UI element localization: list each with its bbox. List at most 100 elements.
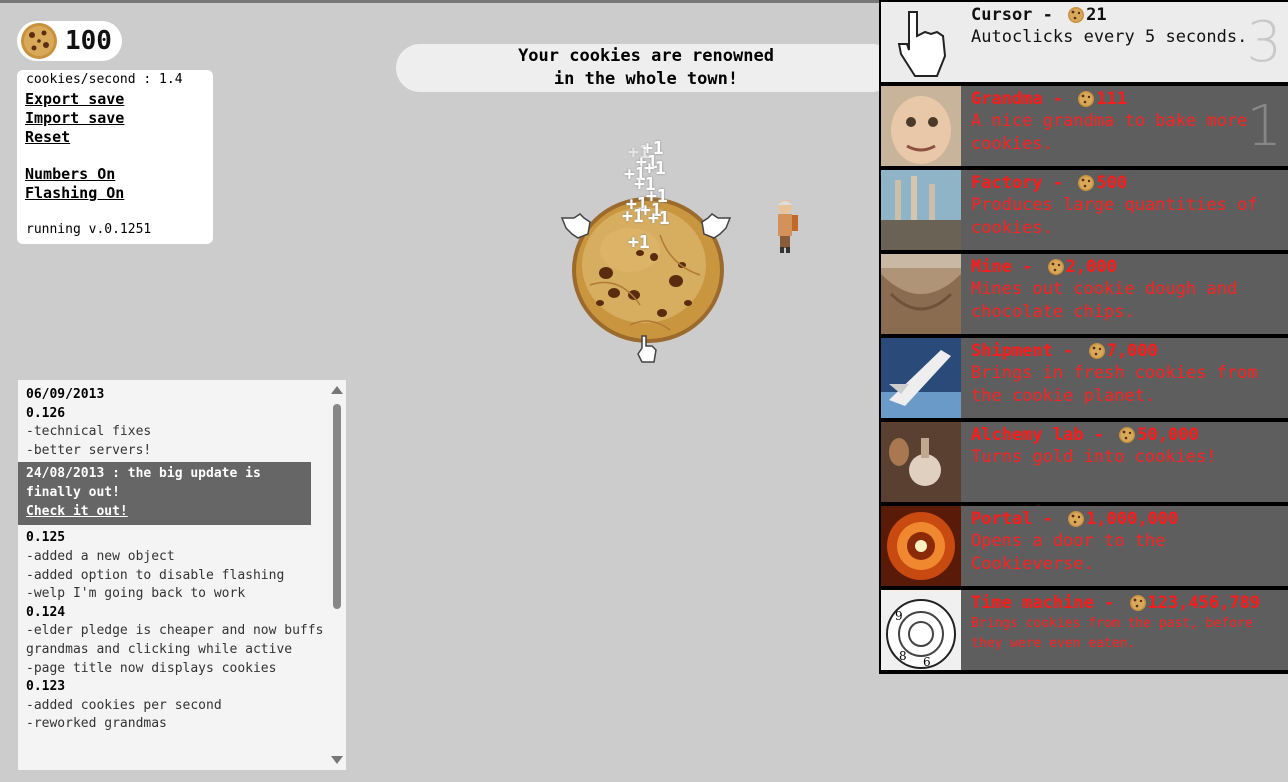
- cookie-icon: [1129, 595, 1146, 611]
- store-item-text: Shipment - 7,000 Brings in fresh cookies …: [971, 340, 1288, 408]
- cookie-icon: [1068, 511, 1085, 527]
- store-item-name: Cursor: [971, 5, 1033, 25]
- version-label: running v.0.1251: [26, 222, 152, 237]
- store-item-price: 50,000: [1137, 425, 1199, 445]
- store-item-desc: A nice grandma to bake more cookies.: [971, 111, 1248, 154]
- flashing-toggle-link[interactable]: Flashing On: [25, 184, 124, 202]
- cookie-icon: [21, 23, 57, 59]
- store-item-separator: -: [1042, 89, 1074, 109]
- cookie-icon: [1047, 259, 1064, 275]
- store-item-text: Alchemy lab - 50,000 Turns gold into cook…: [971, 424, 1288, 469]
- svg-text:6: 6: [923, 655, 931, 669]
- news-banner: Your cookies are renowned in the whole t…: [396, 44, 896, 92]
- store-item-title: Factory - 500: [971, 172, 1288, 194]
- store-item-owned: 1: [1246, 94, 1282, 159]
- cursor-hand-icon: [881, 2, 961, 82]
- cookie-icon: [1088, 343, 1105, 359]
- cookies-per-second: cookies/second : 1.4: [26, 72, 183, 87]
- store-item-separator: -: [1093, 593, 1125, 613]
- store-item-shipment[interactable]: Shipment - 7,000 Brings in fresh cookies …: [881, 338, 1288, 418]
- factory-photo: [881, 170, 961, 250]
- store-item-price: 21: [1086, 5, 1107, 25]
- alchemy-photo: [881, 422, 961, 502]
- store-item-desc: Brings in fresh cookies from the cookie …: [971, 363, 1258, 406]
- store-item-price: 111: [1096, 89, 1128, 109]
- store-item-text: Cursor - 21 Autoclicks every 5 seconds.: [971, 4, 1288, 49]
- store-item-separator: -: [1032, 5, 1064, 25]
- store-panel: Cursor - 21 Autoclicks every 5 seconds. 3 G…: [879, 0, 1288, 674]
- store-item-factory[interactable]: Factory - 500 Produces large quantities o…: [881, 170, 1288, 250]
- numbers-toggle-link[interactable]: Numbers On: [25, 165, 115, 183]
- store-item-title: Mine - 2,000: [971, 256, 1288, 278]
- svg-text:8: 8: [899, 649, 907, 663]
- store-item-name: Shipment: [971, 341, 1053, 361]
- scroll-thumb[interactable]: [333, 404, 341, 609]
- store-item-separator: -: [1042, 173, 1074, 193]
- store-item-name: Factory: [971, 173, 1043, 193]
- changelog-scrollbar[interactable]: [330, 384, 344, 768]
- stats-panel: cookies/second : 1.4 Export save Import …: [17, 70, 213, 244]
- store-item-text: Grandma - 111 A nice grandma to bake more…: [971, 88, 1288, 156]
- scroll-up-arrow-icon[interactable]: [331, 386, 343, 394]
- cookie-count: 100: [65, 26, 112, 56]
- store-item-price: 1,000,000: [1086, 509, 1179, 529]
- svg-text:9: 9: [895, 609, 903, 623]
- store-item-mine[interactable]: Mine - 2,000 Mines out cookie dough and c…: [881, 254, 1288, 334]
- store-item-desc: Turns gold into cookies!: [971, 447, 1217, 467]
- store-item-desc: Produces large quantities of cookies.: [971, 195, 1258, 238]
- mine-photo: [881, 254, 961, 334]
- store-item-name: Grandma: [971, 89, 1043, 109]
- store-item-title: Time machine - 123,456,789: [971, 592, 1288, 614]
- changelog-entry: -page title now displays cookies: [26, 660, 277, 676]
- store-item-separator: -: [1032, 509, 1064, 529]
- portal-photo: [881, 506, 961, 586]
- scroll-down-arrow-icon[interactable]: [331, 756, 343, 764]
- store-item-title: Alchemy lab - 50,000: [971, 424, 1288, 446]
- store-item-price: 7,000: [1106, 341, 1158, 361]
- store-item-portal[interactable]: Portal - 1,000,000 Opens a door to the Co…: [881, 506, 1288, 586]
- store-item-desc: Mines out cookie dough and chocolate chi…: [971, 279, 1238, 322]
- update-notice-text: 24/08/2013 : the big update is finally o…: [26, 466, 261, 501]
- reset-link[interactable]: Reset: [25, 128, 70, 146]
- store-item-title: Cursor - 21: [971, 4, 1288, 26]
- export-save-link[interactable]: Export save: [25, 90, 124, 108]
- check-it-out-link[interactable]: Check it out!: [26, 502, 303, 521]
- store-item-price: 123,456,789: [1147, 593, 1261, 613]
- plus-one-label: +1: [648, 208, 670, 229]
- news-line-1: Your cookies are renowned: [518, 46, 774, 66]
- news-line-2: in the whole town!: [553, 69, 739, 89]
- cookie-icon: [1078, 91, 1095, 107]
- store-item-title: Grandma - 111: [971, 88, 1288, 110]
- store-item-separator: -: [1052, 341, 1084, 361]
- cookie-counter: 100: [17, 21, 122, 61]
- store-item-cursor[interactable]: Cursor - 21 Autoclicks every 5 seconds. 3: [881, 2, 1288, 82]
- orbit-cursor-icon: [701, 213, 732, 239]
- changelog-panel: 06/09/2013 0.126 -technical fixes -bette…: [18, 380, 346, 770]
- store-item-separator: -: [1083, 425, 1115, 445]
- grandma-sprite-icon: [778, 200, 798, 253]
- store-item-owned: 3: [1246, 10, 1282, 75]
- store-item-price: 500: [1096, 173, 1128, 193]
- store-item-name: Alchemy lab: [971, 425, 1084, 445]
- store-item-time-machine[interactable]: 9 8 6 Time machine - 123,456,789 Brings cook…: [881, 590, 1288, 670]
- store-item-alchemy-lab[interactable]: Alchemy lab - 50,000 Turns gold into cook…: [881, 422, 1288, 502]
- store-item-separator: -: [1011, 257, 1043, 277]
- store-item-title: Shipment - 7,000: [971, 340, 1288, 362]
- changelog-entry: -added option to disable flashing: [26, 567, 285, 583]
- changelog-entry: -added a new object: [26, 548, 175, 564]
- orbit-cursor-icon: [560, 213, 591, 239]
- changelog-entry: -reworked grandmas: [26, 716, 167, 732]
- changelog-entry: -added cookies per second: [26, 697, 222, 713]
- update-notice: 24/08/2013 : the big update is finally o…: [18, 462, 311, 526]
- click-particles: +1 +1 +1 +1 +1 +1 +1 +1 +1 +1 +1 +1: [620, 138, 690, 258]
- store-item-name: Mine: [971, 257, 1012, 277]
- shuttle-photo: [881, 338, 961, 418]
- import-save-link[interactable]: Import save: [25, 109, 124, 127]
- cookie-icon: [1119, 427, 1136, 443]
- store-item-grandma[interactable]: Grandma - 111 A nice grandma to bake more…: [881, 86, 1288, 166]
- store-item-desc: Autoclicks every 5 seconds.: [971, 27, 1248, 47]
- plus-one-label: +1: [628, 232, 650, 253]
- changelog-entry: -technical fixes: [26, 424, 152, 440]
- changelog-version: 0.123: [26, 679, 66, 695]
- store-item-price: 2,000: [1065, 257, 1117, 277]
